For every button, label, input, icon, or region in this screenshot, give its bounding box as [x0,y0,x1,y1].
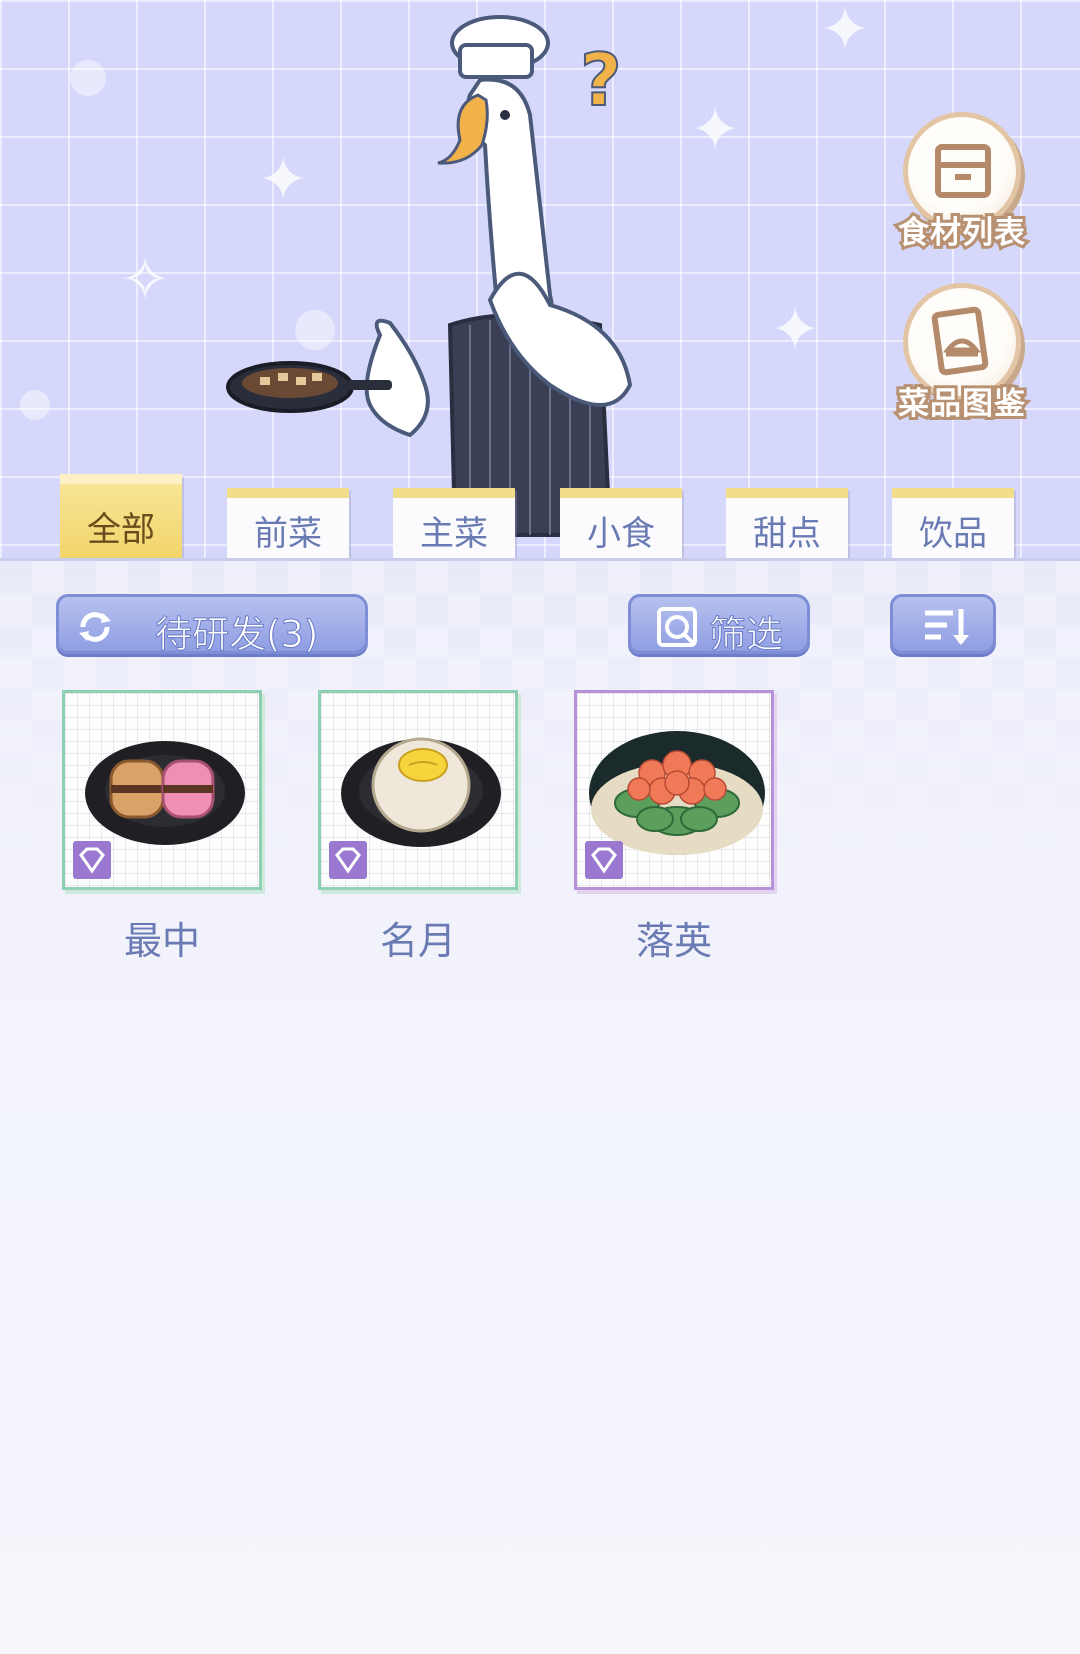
dish-frame [318,690,518,890]
pending-research-label: 待研发(3) [154,613,319,657]
sparkle-decoration: ✧ [120,245,171,315]
tab-main-course[interactable]: 主菜 [393,488,515,560]
tab-all[interactable]: 全部 [60,474,182,560]
dish-name: 落英 [635,919,712,963]
dot-decoration [20,390,50,420]
sort-icon [925,609,969,645]
ingredient-list-button[interactable]: 食材列表 [895,112,1031,262]
tab-label: 饮品 [919,514,987,554]
tab-label: 甜点 [753,514,821,554]
diamond-icon [585,841,623,879]
chef-goose-character: ? [226,15,633,537]
pending-research-button[interactable]: 待研发(3) [56,594,368,657]
tab-label: 小食 [587,514,655,554]
filter-search-icon [657,607,697,647]
tab-drink[interactable]: 饮品 [892,488,1014,560]
dish-card[interactable]: 名月 [318,690,518,963]
dish-catalog-button[interactable]: 菜品图鉴 [895,283,1031,433]
ingredient-list-label: 食材列表 [895,212,1028,254]
refresh-icon [79,612,111,642]
dish-card[interactable]: 落英 [574,690,774,963]
filter-label: 筛选 [709,613,784,657]
dot-decoration [70,60,106,96]
sparkle-decoration: ✦ [770,295,821,365]
tab-appetizer[interactable]: 前菜 [227,488,349,560]
svg-text:?: ? [580,38,622,122]
dish-name: 最中 [123,919,200,963]
dish-frame [574,690,774,890]
tab-label: 主菜 [420,514,488,554]
tab-label: 前菜 [254,514,322,554]
sparkle-decoration: ✦ [820,0,871,65]
diamond-icon [73,841,111,879]
dish-name: 名月 [379,919,456,963]
tab-label: 全部 [87,510,155,550]
dish-card[interactable]: 最中 [62,690,262,963]
tab-snack[interactable]: 小食 [560,488,682,560]
filter-button[interactable]: 筛选 [628,594,810,657]
diamond-icon [329,841,367,879]
sort-button[interactable] [890,594,996,654]
dish-frame [62,690,262,890]
tab-dessert[interactable]: 甜点 [726,488,848,560]
dish-catalog-label: 菜品图鉴 [895,383,1028,425]
